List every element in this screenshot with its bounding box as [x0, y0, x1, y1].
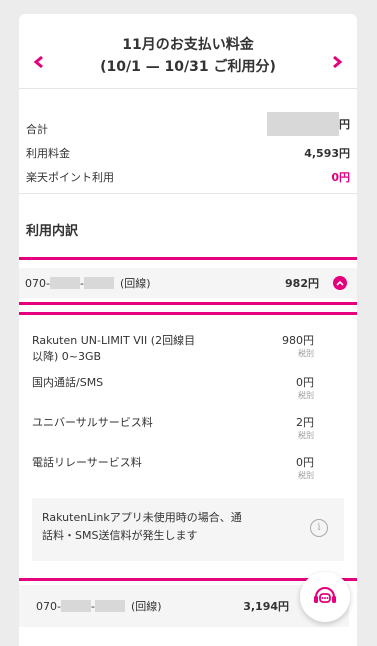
detail-item-price: 2円税別 [296, 415, 314, 441]
billing-card: 11月のお支払い料金 (10/1 — 10/31 ご利用分) 合計 円 利用料金… [19, 14, 357, 646]
price-value: 0円 [296, 376, 314, 389]
line-suffix: (回線) [130, 600, 162, 613]
line-amount: 982円 [285, 277, 319, 290]
detail-item-price: 980円税別 [282, 333, 314, 359]
detail-item-name: ユニバーサルサービス料 [32, 416, 153, 429]
collapse-toggle-button[interactable] [333, 276, 347, 290]
summary-divider [19, 193, 357, 194]
chevron-left-icon [33, 55, 43, 69]
detail-item-price: 0円税別 [296, 455, 314, 481]
points-row: 楽天ポイント利用 0円 [26, 169, 350, 185]
line-row[interactable]: 070- - (回線) 982円 [19, 268, 357, 298]
line-highlight-box: 070- - (回線) 982円 [19, 257, 357, 305]
price-value: 2円 [296, 416, 314, 429]
total-row: 合計 円 [26, 112, 350, 136]
points-label: 楽天ポイント利用 [26, 171, 114, 184]
price-value: 980円 [282, 334, 314, 347]
price-value: 0円 [296, 456, 314, 469]
line-prefix: 070- [36, 599, 61, 613]
tax-label: 税別 [298, 391, 314, 400]
usage-row: 利用料金 4,593円 [26, 145, 350, 161]
title-period: (10/1 — 10/31 ご利用分) [100, 59, 276, 75]
detail-item-price: 0円税別 [296, 375, 314, 401]
masked-total [267, 112, 339, 136]
total-amount: 円 [267, 112, 350, 136]
masked-number [49, 277, 80, 289]
usage-amount: 4,593円 [304, 147, 350, 160]
chevron-right-icon [333, 55, 343, 69]
line-amount: 3,194円 [243, 600, 289, 613]
chat-support-button[interactable] [300, 572, 350, 622]
breakdown-title: 利用内訳 [26, 224, 79, 239]
detail-item-name: 国内通話/SMS [32, 376, 104, 389]
chat-support-icon [314, 587, 336, 603]
line-prefix: 070- [25, 276, 50, 290]
info-icon[interactable]: i [310, 519, 328, 537]
notice-text: RakutenLinkアプリ未使用時の場合、通話料・SMS送信料が発生します [42, 511, 242, 542]
tax-label: 税別 [298, 349, 314, 358]
next-month-button[interactable] [329, 54, 345, 70]
notice-box: RakutenLinkアプリ未使用時の場合、通話料・SMS送信料が発生します i [32, 498, 344, 561]
detail-highlight-box: Rakuten UN-LIMIT VII (2回線目以降) 0~3GB 980円… [19, 312, 357, 581]
masked-number [83, 277, 114, 289]
title-month: 11月のお支払い料金 [122, 37, 254, 53]
detail-item-name: Rakuten UN-LIMIT VII (2回線目以降) 0~3GB [32, 334, 196, 363]
chevron-up-icon [336, 280, 344, 286]
masked-number [60, 600, 91, 612]
detail-item-name: 電話リレーサービス料 [32, 456, 142, 469]
usage-label: 利用料金 [26, 147, 70, 160]
tax-label: 税別 [298, 431, 314, 440]
line-suffix: (回線) [119, 277, 151, 290]
header-divider [19, 88, 357, 89]
total-label: 合計 [26, 123, 48, 136]
prev-month-button[interactable] [31, 54, 47, 70]
masked-number [94, 600, 125, 612]
tax-label: 税別 [298, 471, 314, 480]
page-title: 11月のお支払い料金 (10/1 — 10/31 ご利用分) [59, 34, 317, 78]
total-unit: 円 [339, 118, 350, 131]
points-amount: 0円 [331, 171, 350, 184]
